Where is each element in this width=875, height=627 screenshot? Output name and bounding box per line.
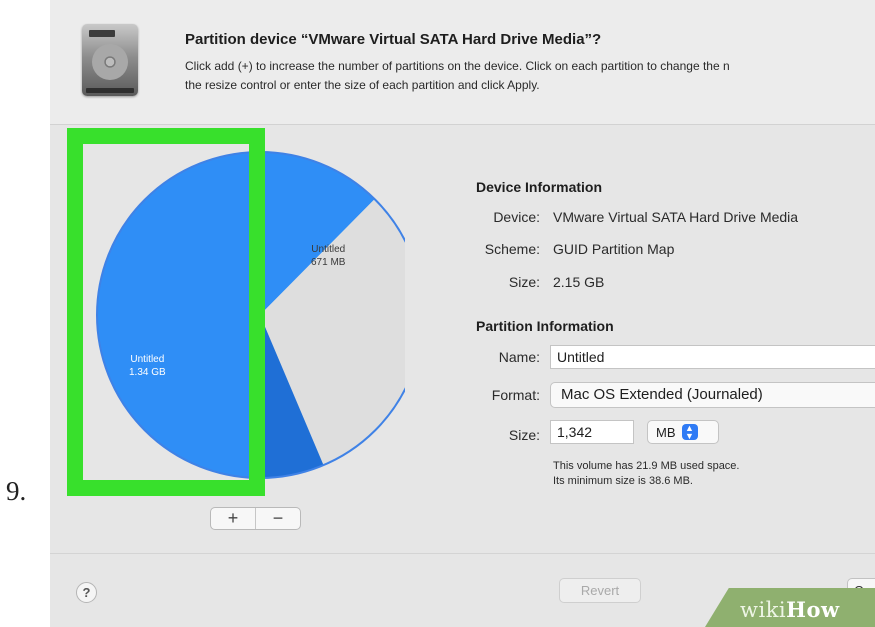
device-label: Device: [493,209,540,225]
partition-size-field[interactable]: 1,342 [550,420,634,444]
up-down-chevron-icon: ▲ ▼ [681,424,698,441]
size-unit-value: MB [656,424,676,440]
device-value: VMware Virtual SATA Hard Drive Media [553,209,799,225]
scheme-label: Scheme: [484,241,540,257]
format-label: Format: [491,387,540,403]
help-button[interactable]: ? [76,582,97,603]
scheme-value: GUID Partition Map [553,241,675,257]
device-size-value: 2.15 GB [553,274,605,290]
info-panel: Device Information Device: VMware Virtua… [430,0,875,560]
size-unit-select[interactable]: MB ▲ ▼ [647,420,719,444]
revert-button[interactable]: Revert [559,578,641,603]
device-size-label: Size: [508,274,540,290]
partition-dialog: Partition device “VMware Virtual SATA Ha… [50,0,875,627]
selected-partition-highlight [67,128,265,496]
used-space-note: This volume has 21.9 MB used space. [553,460,740,472]
step-number: 9. [6,476,27,506]
add-remove-partition-control: + − [210,507,301,530]
name-label: Name: [498,349,540,365]
minimum-size-note: Its minimum size is 38.6 MB. [553,475,693,487]
device-info-heading: Device Information [476,179,603,195]
wikihow-watermark: wikiHow [740,597,840,622]
footer-divider [50,553,875,554]
format-select[interactable]: Mac OS Extended (Journaled) [550,382,875,408]
partition-label-untitled-671mb: Untitled 671 MB [311,244,346,268]
partition-name-field[interactable]: Untitled [550,345,875,369]
remove-partition-button[interactable]: − [255,508,300,529]
partition-info-heading: Partition Information [476,318,614,334]
partition-size-label: Size: [508,427,540,443]
add-partition-button[interactable]: + [211,508,255,529]
hard-drive-icon [82,24,138,96]
